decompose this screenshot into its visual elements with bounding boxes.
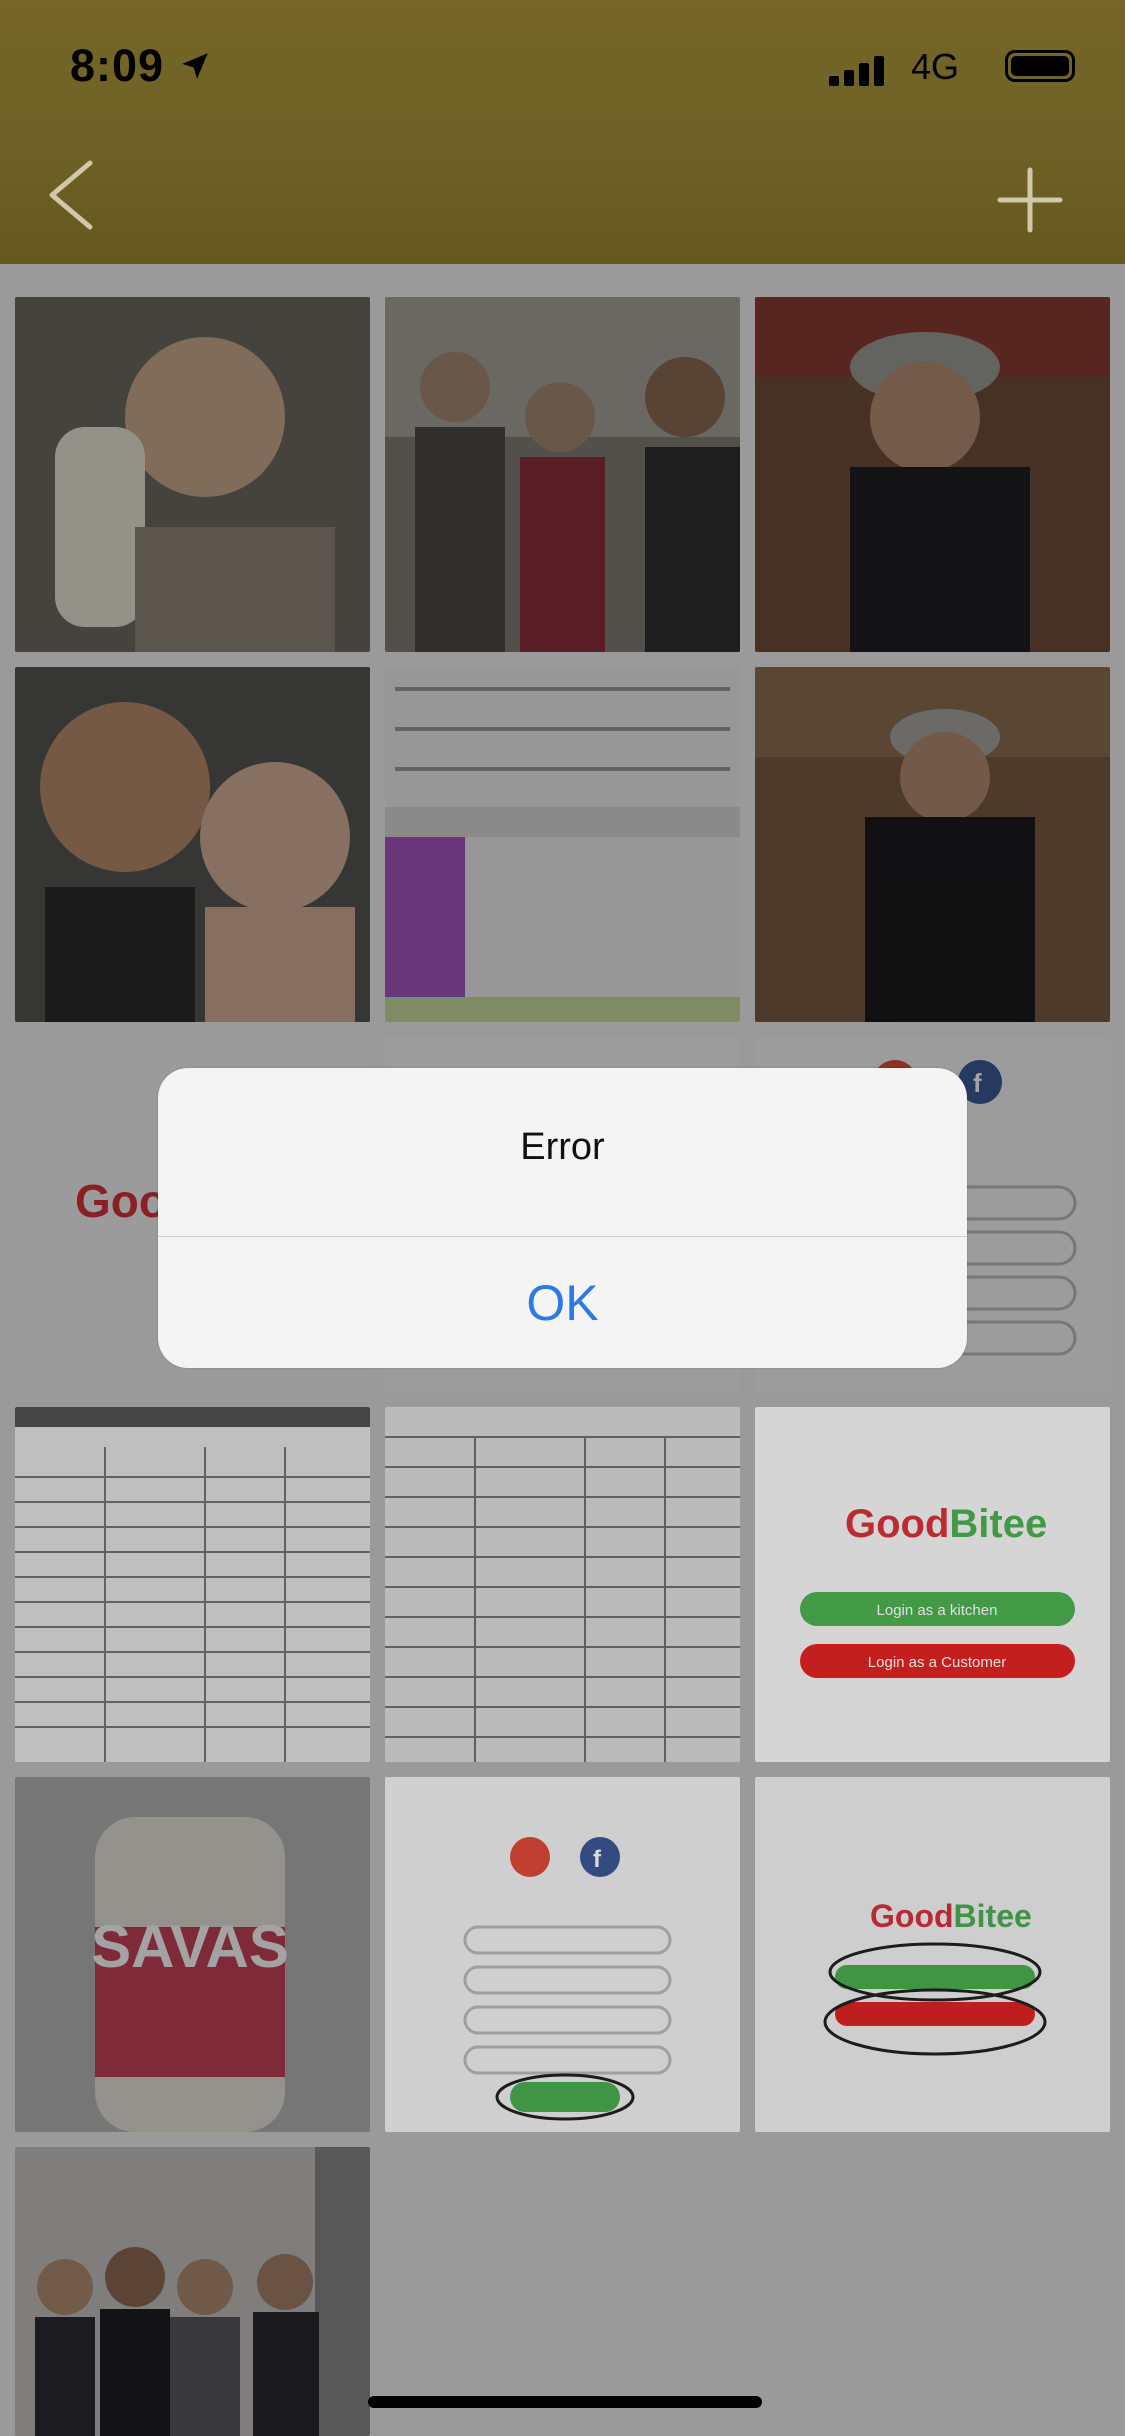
man-seated-photo[interactable] <box>755 667 1110 1022</box>
network-label: 4G <box>910 46 959 87</box>
office-group-photo[interactable] <box>15 2147 370 2436</box>
back-button[interactable] <box>40 155 100 235</box>
status-time-text: 8:09 <box>70 40 165 91</box>
handwritten-sheet-photo[interactable] <box>15 1407 370 1762</box>
error-alert-dialog: Error OK <box>158 1068 967 1368</box>
handwritten-sheet-photo-2[interactable] <box>385 1407 740 1762</box>
calendar-screenshot[interactable] <box>385 667 740 1022</box>
login-form-screenshot[interactable]: f <box>385 1777 740 2132</box>
group-street-photo[interactable] <box>385 297 740 652</box>
alert-title: Error <box>520 1126 605 1168</box>
nav-header: 8:09 4G <box>0 0 1125 264</box>
battery-full-icon <box>1005 50 1075 82</box>
cellular-signal-icon <box>829 56 884 86</box>
home-indicator[interactable] <box>368 2396 762 2408</box>
man-baby-photo[interactable] <box>15 667 370 1022</box>
plus-icon <box>997 167 1063 233</box>
ok-button[interactable]: OK <box>158 1238 967 1368</box>
chevron-left-icon <box>49 160 93 230</box>
baby-bottle-photo[interactable] <box>15 297 370 652</box>
goodbitee-login-screenshot[interactable]: GoodBitee Login as a kitchen Login as a … <box>755 1407 1110 1762</box>
goodbitee-annotated-screenshot[interactable]: GoodBitee <box>755 1777 1110 2132</box>
protein-drink-photo[interactable]: SAVAS <box>15 1777 370 2132</box>
status-time: 8:09 <box>70 40 212 92</box>
location-arrow-icon <box>181 53 208 79</box>
add-button[interactable] <box>995 165 1065 235</box>
status-indicators: 4G <box>715 46 1075 90</box>
man-hat-photo[interactable] <box>755 297 1110 652</box>
alert-divider <box>158 1236 967 1237</box>
